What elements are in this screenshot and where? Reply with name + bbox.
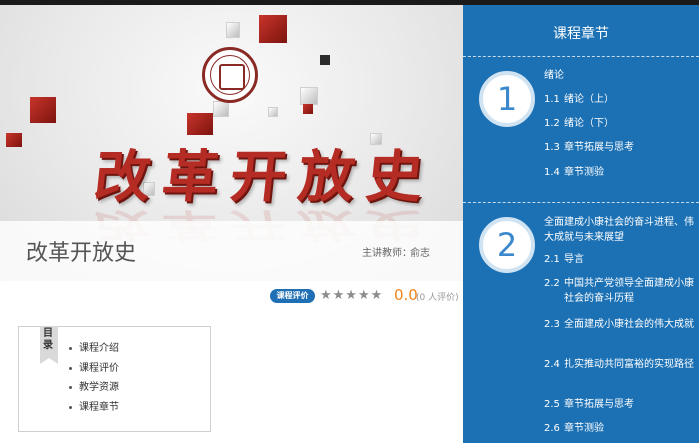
chapter-panel-title: 课程章节 <box>553 26 609 42</box>
lesson-label: 全面建成小康社会的伟大成就 <box>564 319 694 330</box>
rating-stars-icon[interactable]: ★★★★★ <box>320 288 383 303</box>
lesson-number: 2.4 <box>544 359 560 370</box>
lesson-number: 1.2 <box>544 118 560 129</box>
course-banner: 改革开放史 改革开放史 改革开放史 主讲教师： 俞志 <box>0 5 463 281</box>
lesson-label: 扎实推动共同富裕的实现路径 <box>564 359 694 370</box>
banner-art-text: 改革开放史 <box>91 144 438 210</box>
lesson-label: 绪论（下） <box>564 118 614 129</box>
lesson-number: 1.3 <box>544 142 560 153</box>
lesson-label: 绪论（上） <box>564 94 614 105</box>
divider <box>463 202 699 203</box>
lesson-number: 1.1 <box>544 94 560 105</box>
rating-count: (0 人评价) <box>416 293 459 303</box>
decorative-cube <box>268 107 278 117</box>
lesson-label: 导言 <box>564 254 584 265</box>
chapter-heading[interactable]: 全面建成小康社会的奋斗进程、伟大成就与未来展望 <box>544 215 694 245</box>
lesson-number: 1.4 <box>544 167 560 178</box>
rating-badge[interactable]: 课程评价 <box>270 289 315 303</box>
lesson-number: 2.6 <box>544 423 560 434</box>
lesson-number: 2.1 <box>544 254 560 265</box>
teacher-name[interactable]: 俞志 <box>410 244 430 259</box>
toc-tab-label: 目录 <box>43 328 53 351</box>
decorative-cube <box>226 22 240 38</box>
teacher-label: 主讲教师： <box>362 248 412 259</box>
course-title: 改革开放史 <box>26 241 137 266</box>
toc-item-resources[interactable]: 教学资源 <box>69 378 119 398</box>
chapter-panel: 课程章节 1 绪论 1.1 绪论（上） 1.2 绪论（下） 1.3 章节拓展与思… <box>463 5 699 443</box>
toc-tab: 目录 <box>40 326 58 364</box>
lesson-number: 2.5 <box>544 399 560 410</box>
toc-item-chapters[interactable]: 课程章节 <box>69 398 119 418</box>
lesson-label: 中国共产党领导全面建成小康社会的奋斗历程 <box>564 278 694 304</box>
rating-score: 0.0 <box>394 286 418 304</box>
chapter-heading[interactable]: 绪论 <box>544 68 694 83</box>
chapter-number-badge: 2 <box>479 217 535 273</box>
divider <box>463 56 699 57</box>
lesson-number: 2.2 <box>544 278 560 289</box>
toc-list: 课程介绍 课程评价 教学资源 课程章节 <box>69 339 119 417</box>
lesson-label: 章节拓展与思考 <box>564 142 634 153</box>
decorative-cube <box>213 101 229 117</box>
university-seal-icon <box>202 47 258 103</box>
table-of-contents: 目录 课程介绍 课程评价 教学资源 课程章节 <box>18 326 211 432</box>
lesson-label: 章节测验 <box>564 167 604 178</box>
lesson-label: 章节拓展与思考 <box>564 399 634 410</box>
decorative-cube <box>320 55 330 65</box>
decorative-cube <box>303 104 313 114</box>
decorative-cube <box>300 87 318 105</box>
lesson-number: 2.3 <box>544 319 560 330</box>
chapter-number-badge: 1 <box>479 71 535 127</box>
decorative-cube <box>30 97 56 123</box>
toc-item-review[interactable]: 课程评价 <box>69 359 119 379</box>
toc-item-intro[interactable]: 课程介绍 <box>69 339 119 359</box>
decorative-cube <box>6 133 22 147</box>
lesson-label: 章节测验 <box>564 423 604 434</box>
decorative-cube <box>259 15 287 43</box>
